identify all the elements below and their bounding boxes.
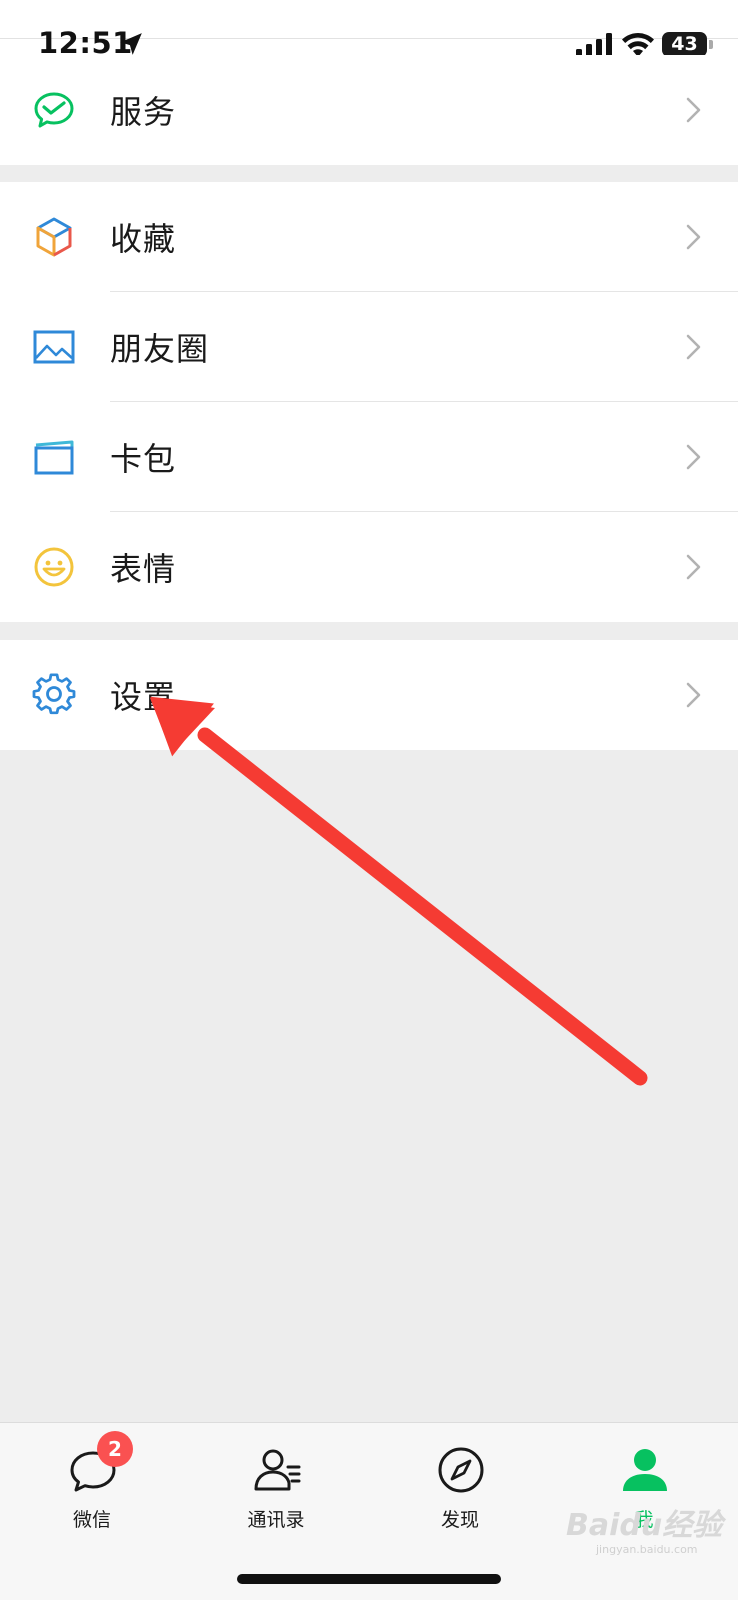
tab-label: 发现 (440, 1509, 479, 1531)
wechat-pay-service-icon (34, 92, 74, 128)
tab-discover[interactable]: 发现 (368, 1423, 552, 1543)
menu-group-service: 服务 (0, 55, 738, 165)
wifi-icon (622, 33, 654, 57)
menu-item-card-wallet[interactable]: 卡包 (0, 402, 738, 512)
discover-compass-icon (438, 1447, 484, 1493)
menu-item-label: 卡包 (110, 440, 177, 478)
sticker-smiley-icon (34, 547, 74, 587)
watermark-sub: jingyan.baidu.com (596, 1543, 698, 1556)
battery-level: 43 (671, 33, 698, 55)
menu-item-label: 收藏 (110, 220, 177, 258)
chevron-right-icon (686, 334, 701, 360)
location-arrow-icon (120, 33, 142, 55)
chevron-right-icon (686, 224, 701, 250)
unread-badge: 2 (97, 1431, 133, 1467)
battery-nub (709, 40, 713, 49)
me-person-icon (623, 1449, 667, 1491)
settings-gear-icon (32, 673, 76, 715)
menu-item-label: 表情 (110, 550, 177, 588)
tab-label: 通讯录 (247, 1509, 305, 1531)
tab-chats[interactable]: 2 微信 (0, 1423, 184, 1543)
favorites-cube-icon (36, 217, 72, 257)
menu-item-label: 朋友圈 (110, 330, 210, 368)
battery-icon: 43 (662, 32, 707, 57)
menu-item-service[interactable]: 服务 (0, 55, 738, 165)
menu-group-settings: 设置 (0, 640, 738, 750)
watermark: Baidu经验 (566, 1508, 723, 1543)
card-wallet-icon (34, 440, 74, 475)
menu-item-label: 设置 (110, 678, 177, 716)
chevron-right-icon (686, 444, 701, 470)
menu-item-moments[interactable]: 朋友圈 (0, 292, 738, 402)
home-indicator[interactable] (237, 1574, 501, 1584)
menu-item-favorites[interactable]: 收藏 (0, 182, 738, 292)
tab-label: 微信 (72, 1509, 111, 1531)
contacts-icon (254, 1449, 301, 1491)
menu-item-stickers[interactable]: 表情 (0, 512, 738, 622)
menu-group-main: 收藏 朋友圈 卡包 表情 (0, 182, 738, 622)
chevron-right-icon (686, 554, 701, 580)
cellular-signal-icon (576, 33, 612, 57)
chevron-right-icon (686, 682, 701, 708)
menu-item-settings[interactable]: 设置 (0, 640, 738, 750)
chevron-right-icon (686, 97, 701, 123)
tab-contacts[interactable]: 通讯录 (184, 1423, 368, 1543)
menu-item-label: 服务 (110, 93, 177, 131)
moments-picture-icon (33, 330, 75, 364)
